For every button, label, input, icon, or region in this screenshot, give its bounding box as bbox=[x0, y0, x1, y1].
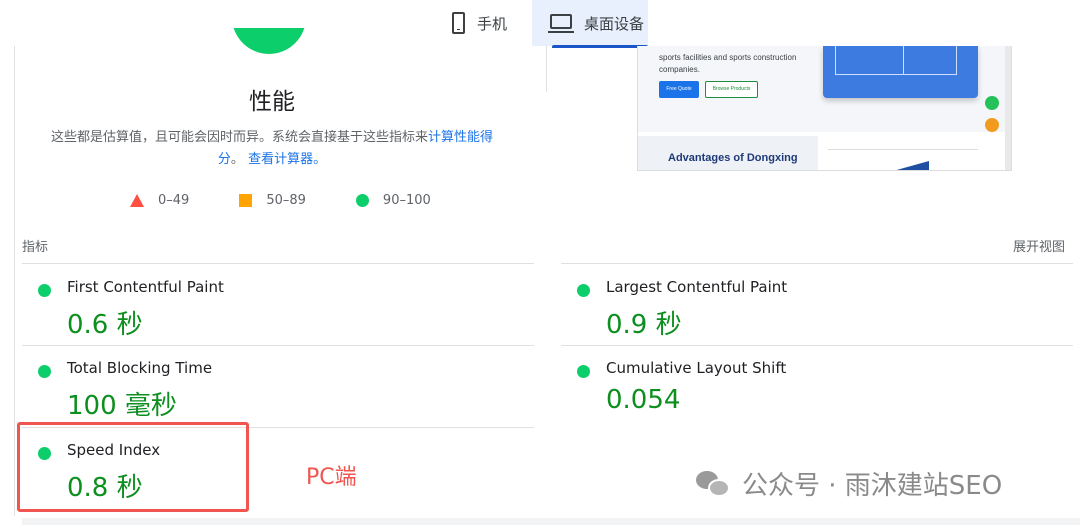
highlight-box bbox=[17, 422, 249, 512]
wechat-icon bbox=[696, 469, 732, 499]
thumbnail-heading: Advantages of Dongxing bbox=[668, 152, 798, 164]
tab-mobile[interactable]: 手机 bbox=[446, 0, 532, 46]
metric-value: 0.054 bbox=[606, 385, 681, 415]
tab-desktop-label: 桌面设备 bbox=[584, 14, 645, 33]
metric-name: First Contentful Paint bbox=[67, 278, 224, 296]
thumbnail-quote-button: Free Quote bbox=[659, 81, 699, 98]
legend-item-good: 90–100 bbox=[355, 193, 431, 208]
mobile-phone-icon bbox=[452, 12, 465, 34]
thumbnail-scrollbar bbox=[1005, 46, 1011, 170]
performance-description: 这些都是估算值，且可能会因时而异。系统会直接基于这些指标来计算性能得分。 查看计… bbox=[40, 127, 504, 171]
metric-name: Total Blocking Time bbox=[67, 359, 213, 377]
performance-description-text: 这些都是估算值，且可能会因时而异。系统会直接基于这些指标来 bbox=[50, 130, 428, 145]
wechat-watermark: 公众号 · 雨沐建站SEO bbox=[696, 465, 1002, 502]
expand-view-toggle[interactable]: 展开视图 bbox=[1013, 236, 1065, 255]
green-circle-icon bbox=[355, 194, 369, 207]
bottom-section-strip bbox=[22, 518, 1080, 525]
thumbnail-browse-button: Browse Products bbox=[705, 81, 758, 98]
panel-left-border bbox=[14, 46, 15, 516]
red-triangle-icon bbox=[130, 194, 144, 207]
chat-icon bbox=[985, 118, 999, 132]
status-good-icon bbox=[577, 284, 590, 297]
status-good-icon bbox=[577, 365, 590, 378]
status-good-icon bbox=[38, 365, 51, 378]
metrics-divider bbox=[22, 263, 534, 264]
view-calculator-link[interactable]: 查看计算器。 bbox=[248, 152, 326, 167]
performance-score-gauge bbox=[232, 28, 306, 55]
legend-item-poor: 0–49 bbox=[130, 193, 189, 208]
device-tabs: 手机 桌面设备 bbox=[0, 0, 1080, 48]
legend-label-average: 50–89 bbox=[266, 193, 306, 208]
desktop-monitor-icon bbox=[548, 13, 574, 33]
score-legend: 0–49 50–89 90–100 bbox=[130, 193, 481, 208]
tab-mobile-label: 手机 bbox=[477, 14, 508, 33]
page-screenshot-thumbnail[interactable]: sports facilities and sports constructio… bbox=[637, 46, 1012, 171]
metric-value: 0.9 秒 bbox=[606, 310, 682, 340]
metric-name: Largest Contentful Paint bbox=[606, 278, 788, 296]
orange-square-icon bbox=[239, 194, 253, 207]
metrics-divider bbox=[22, 345, 534, 346]
legend-item-average: 50–89 bbox=[239, 193, 306, 208]
pc-annotation-label: PC端 bbox=[306, 465, 357, 490]
metric-value: 0.6 秒 bbox=[67, 310, 143, 340]
metric-name: Cumulative Layout Shift bbox=[606, 359, 787, 377]
thumbnail-court-image bbox=[823, 46, 978, 98]
whatsapp-icon bbox=[985, 96, 999, 110]
legend-label-poor: 0–49 bbox=[158, 193, 190, 208]
metrics-divider bbox=[561, 263, 1073, 264]
panel-divider bbox=[546, 46, 547, 92]
watermark-text: 公众号 · 雨沐建站SEO bbox=[742, 471, 1003, 501]
metrics-section-label: 指标 bbox=[22, 240, 49, 255]
performance-title: 性能 bbox=[249, 89, 295, 115]
active-tab-indicator bbox=[552, 45, 648, 48]
metrics-divider bbox=[561, 345, 1073, 346]
thumbnail-card bbox=[828, 149, 978, 170]
description-separator: 。 bbox=[230, 152, 244, 167]
legend-label-good: 90–100 bbox=[382, 193, 431, 208]
thumbnail-text: sports facilities and sports constructio… bbox=[659, 53, 797, 74]
tab-desktop[interactable]: 桌面设备 bbox=[532, 0, 648, 48]
metric-value: 100 毫秒 bbox=[67, 391, 177, 421]
status-good-icon bbox=[38, 284, 51, 297]
